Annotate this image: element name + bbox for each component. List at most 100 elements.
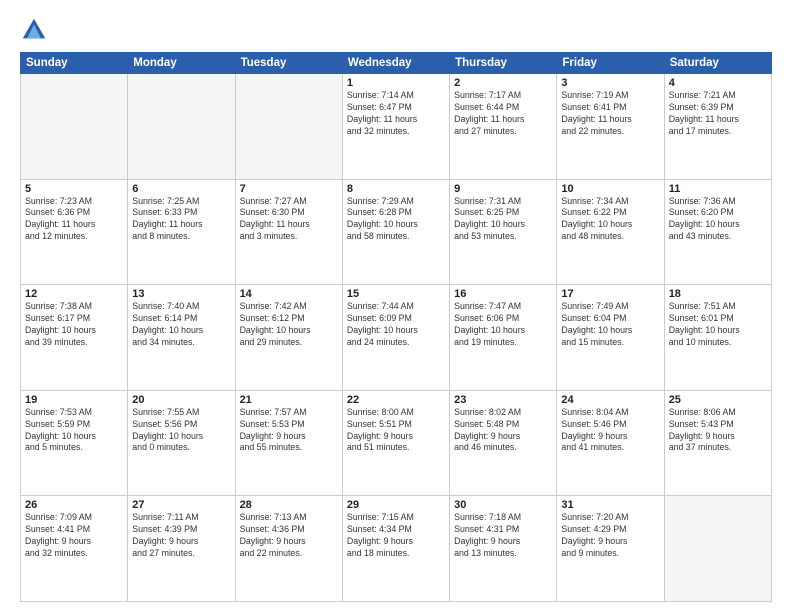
day-number: 2 (454, 77, 552, 89)
day-info: Sunrise: 7:11 AMSunset: 4:39 PMDaylight:… (132, 512, 230, 560)
weekday-monday: Monday (128, 53, 235, 74)
day-number: 17 (561, 288, 659, 300)
day-info: Sunrise: 7:09 AMSunset: 4:41 PMDaylight:… (25, 512, 123, 560)
day-number: 18 (669, 288, 767, 300)
calendar-cell: 7Sunrise: 7:27 AMSunset: 6:30 PMDaylight… (235, 179, 342, 285)
calendar-cell: 28Sunrise: 7:13 AMSunset: 4:36 PMDayligh… (235, 496, 342, 602)
day-number: 7 (240, 183, 338, 195)
weekday-header-row: SundayMondayTuesdayWednesdayThursdayFrid… (21, 53, 772, 74)
day-number: 29 (347, 499, 445, 511)
day-info: Sunrise: 8:06 AMSunset: 5:43 PMDaylight:… (669, 407, 767, 455)
week-row-4: 19Sunrise: 7:53 AMSunset: 5:59 PMDayligh… (21, 390, 772, 496)
day-info: Sunrise: 7:13 AMSunset: 4:36 PMDaylight:… (240, 512, 338, 560)
day-number: 15 (347, 288, 445, 300)
day-info: Sunrise: 7:40 AMSunset: 6:14 PMDaylight:… (132, 301, 230, 349)
page: SundayMondayTuesdayWednesdayThursdayFrid… (0, 0, 792, 612)
day-number: 20 (132, 394, 230, 406)
day-info: Sunrise: 8:02 AMSunset: 5:48 PMDaylight:… (454, 407, 552, 455)
calendar-cell: 25Sunrise: 8:06 AMSunset: 5:43 PMDayligh… (664, 390, 771, 496)
calendar-cell: 8Sunrise: 7:29 AMSunset: 6:28 PMDaylight… (342, 179, 449, 285)
logo (20, 16, 52, 44)
calendar-cell: 20Sunrise: 7:55 AMSunset: 5:56 PMDayligh… (128, 390, 235, 496)
calendar-cell: 2Sunrise: 7:17 AMSunset: 6:44 PMDaylight… (450, 74, 557, 180)
calendar-cell: 15Sunrise: 7:44 AMSunset: 6:09 PMDayligh… (342, 285, 449, 391)
calendar-cell: 29Sunrise: 7:15 AMSunset: 4:34 PMDayligh… (342, 496, 449, 602)
day-number: 14 (240, 288, 338, 300)
day-number: 11 (669, 183, 767, 195)
week-row-5: 26Sunrise: 7:09 AMSunset: 4:41 PMDayligh… (21, 496, 772, 602)
day-info: Sunrise: 7:47 AMSunset: 6:06 PMDaylight:… (454, 301, 552, 349)
calendar-cell: 22Sunrise: 8:00 AMSunset: 5:51 PMDayligh… (342, 390, 449, 496)
day-info: Sunrise: 7:31 AMSunset: 6:25 PMDaylight:… (454, 196, 552, 244)
day-info: Sunrise: 7:27 AMSunset: 6:30 PMDaylight:… (240, 196, 338, 244)
day-info: Sunrise: 7:15 AMSunset: 4:34 PMDaylight:… (347, 512, 445, 560)
calendar-cell: 23Sunrise: 8:02 AMSunset: 5:48 PMDayligh… (450, 390, 557, 496)
weekday-tuesday: Tuesday (235, 53, 342, 74)
calendar-cell: 13Sunrise: 7:40 AMSunset: 6:14 PMDayligh… (128, 285, 235, 391)
calendar-cell: 14Sunrise: 7:42 AMSunset: 6:12 PMDayligh… (235, 285, 342, 391)
weekday-friday: Friday (557, 53, 664, 74)
weekday-wednesday: Wednesday (342, 53, 449, 74)
day-info: Sunrise: 7:23 AMSunset: 6:36 PMDaylight:… (25, 196, 123, 244)
calendar-cell: 10Sunrise: 7:34 AMSunset: 6:22 PMDayligh… (557, 179, 664, 285)
day-info: Sunrise: 7:17 AMSunset: 6:44 PMDaylight:… (454, 90, 552, 138)
day-number: 10 (561, 183, 659, 195)
calendar-cell: 16Sunrise: 7:47 AMSunset: 6:06 PMDayligh… (450, 285, 557, 391)
week-row-1: 1Sunrise: 7:14 AMSunset: 6:47 PMDaylight… (21, 74, 772, 180)
logo-icon (20, 16, 48, 44)
day-number: 12 (25, 288, 123, 300)
day-number: 30 (454, 499, 552, 511)
day-info: Sunrise: 7:55 AMSunset: 5:56 PMDaylight:… (132, 407, 230, 455)
day-info: Sunrise: 7:57 AMSunset: 5:53 PMDaylight:… (240, 407, 338, 455)
day-number: 13 (132, 288, 230, 300)
calendar-cell: 19Sunrise: 7:53 AMSunset: 5:59 PMDayligh… (21, 390, 128, 496)
day-number: 21 (240, 394, 338, 406)
calendar-cell: 17Sunrise: 7:49 AMSunset: 6:04 PMDayligh… (557, 285, 664, 391)
day-info: Sunrise: 7:20 AMSunset: 4:29 PMDaylight:… (561, 512, 659, 560)
day-info: Sunrise: 7:44 AMSunset: 6:09 PMDaylight:… (347, 301, 445, 349)
day-info: Sunrise: 7:25 AMSunset: 6:33 PMDaylight:… (132, 196, 230, 244)
day-number: 25 (669, 394, 767, 406)
weekday-sunday: Sunday (21, 53, 128, 74)
calendar-cell: 31Sunrise: 7:20 AMSunset: 4:29 PMDayligh… (557, 496, 664, 602)
calendar-table: SundayMondayTuesdayWednesdayThursdayFrid… (20, 52, 772, 602)
day-info: Sunrise: 7:49 AMSunset: 6:04 PMDaylight:… (561, 301, 659, 349)
day-info: Sunrise: 7:38 AMSunset: 6:17 PMDaylight:… (25, 301, 123, 349)
day-info: Sunrise: 7:36 AMSunset: 6:20 PMDaylight:… (669, 196, 767, 244)
day-number: 27 (132, 499, 230, 511)
calendar-cell: 11Sunrise: 7:36 AMSunset: 6:20 PMDayligh… (664, 179, 771, 285)
calendar-cell (21, 74, 128, 180)
weekday-thursday: Thursday (450, 53, 557, 74)
week-row-2: 5Sunrise: 7:23 AMSunset: 6:36 PMDaylight… (21, 179, 772, 285)
day-info: Sunrise: 7:18 AMSunset: 4:31 PMDaylight:… (454, 512, 552, 560)
calendar-cell: 12Sunrise: 7:38 AMSunset: 6:17 PMDayligh… (21, 285, 128, 391)
calendar-cell (235, 74, 342, 180)
calendar-cell: 4Sunrise: 7:21 AMSunset: 6:39 PMDaylight… (664, 74, 771, 180)
calendar-cell (128, 74, 235, 180)
day-info: Sunrise: 7:21 AMSunset: 6:39 PMDaylight:… (669, 90, 767, 138)
day-number: 24 (561, 394, 659, 406)
day-number: 31 (561, 499, 659, 511)
calendar-cell: 24Sunrise: 8:04 AMSunset: 5:46 PMDayligh… (557, 390, 664, 496)
calendar-cell: 30Sunrise: 7:18 AMSunset: 4:31 PMDayligh… (450, 496, 557, 602)
calendar-cell: 21Sunrise: 7:57 AMSunset: 5:53 PMDayligh… (235, 390, 342, 496)
calendar-cell: 18Sunrise: 7:51 AMSunset: 6:01 PMDayligh… (664, 285, 771, 391)
day-info: Sunrise: 8:04 AMSunset: 5:46 PMDaylight:… (561, 407, 659, 455)
day-info: Sunrise: 7:51 AMSunset: 6:01 PMDaylight:… (669, 301, 767, 349)
day-info: Sunrise: 7:19 AMSunset: 6:41 PMDaylight:… (561, 90, 659, 138)
day-info: Sunrise: 7:53 AMSunset: 5:59 PMDaylight:… (25, 407, 123, 455)
day-number: 23 (454, 394, 552, 406)
calendar-cell: 9Sunrise: 7:31 AMSunset: 6:25 PMDaylight… (450, 179, 557, 285)
weekday-saturday: Saturday (664, 53, 771, 74)
day-number: 16 (454, 288, 552, 300)
day-number: 9 (454, 183, 552, 195)
day-number: 26 (25, 499, 123, 511)
day-number: 5 (25, 183, 123, 195)
calendar-cell: 5Sunrise: 7:23 AMSunset: 6:36 PMDaylight… (21, 179, 128, 285)
day-info: Sunrise: 7:29 AMSunset: 6:28 PMDaylight:… (347, 196, 445, 244)
day-number: 1 (347, 77, 445, 89)
calendar-cell: 3Sunrise: 7:19 AMSunset: 6:41 PMDaylight… (557, 74, 664, 180)
week-row-3: 12Sunrise: 7:38 AMSunset: 6:17 PMDayligh… (21, 285, 772, 391)
day-number: 28 (240, 499, 338, 511)
day-number: 22 (347, 394, 445, 406)
